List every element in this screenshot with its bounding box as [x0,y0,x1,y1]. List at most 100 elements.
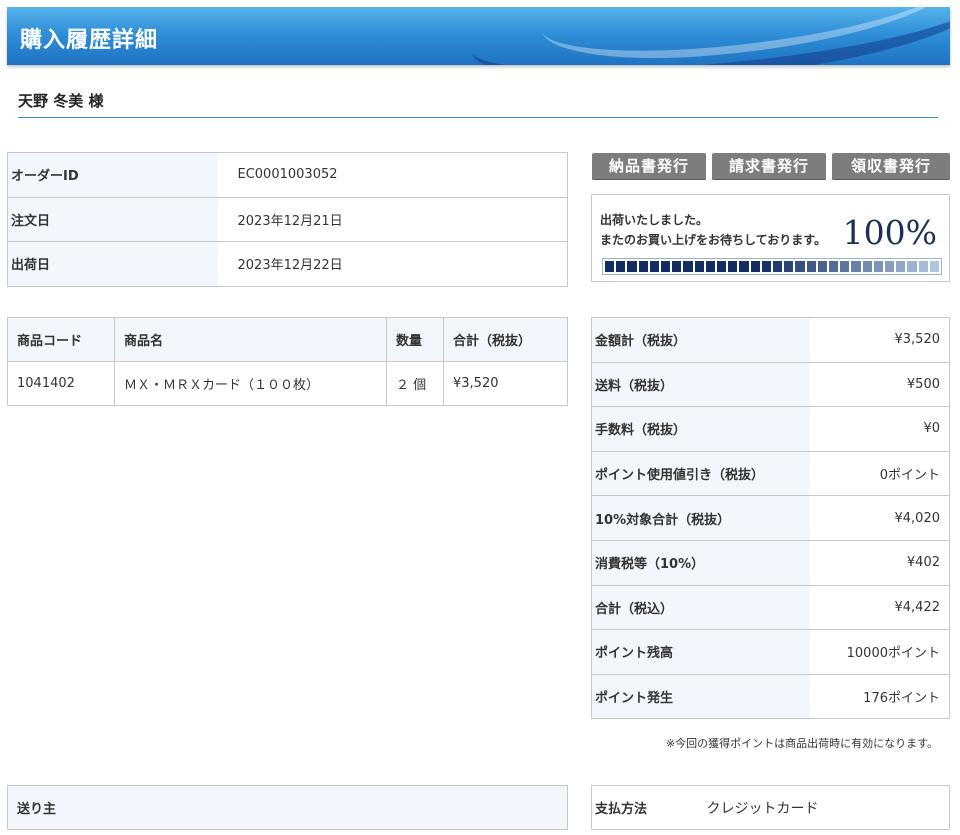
shipping-status-panel: 出荷いたしました。 またのお買い上げをお待ちしております。 100% [591,194,950,282]
progress-segment [907,261,917,272]
taxable-total-label: 10%対象合計（税抜） [591,495,810,541]
points-earned-row: ポイント発生 176ポイント [591,673,950,719]
progress-segment [661,261,671,272]
progress-segment [739,261,749,272]
page-header-banner: 購入履歴詳細 [7,7,950,65]
progress-segment [705,261,716,272]
item-code: 1041402 [7,361,115,406]
order-id-label: オーダーID [7,152,218,198]
handling-fee-row: 手数料（税抜） ¥0 [591,406,950,452]
shipping-fee-row: 送料（税抜） ¥500 [591,361,950,407]
delivery-note-button[interactable]: 納品書発行 [592,153,706,180]
progress-segment [862,261,872,272]
taxable-total-row: 10%対象合計（税抜） ¥4,020 [591,495,950,541]
points-note: ※今回の獲得ポイントは商品出荷時に有効になります。 [665,737,938,750]
ship-date-label: 出荷日 [7,241,218,287]
shipping-fee-value: ¥500 [809,361,950,407]
point-discount-row: ポイント使用値引き（税抜） 0ポイント [591,450,950,496]
col-header-qty: 数量 [386,317,444,362]
shipping-fee-label: 送料（税抜） [591,361,810,407]
consumption-tax-value: ¥402 [809,539,950,586]
receipt-button[interactable]: 領収書発行 [832,153,950,180]
table-row: 1041402 ＭＸ・ＭＲＸカード（１００枚） ２ 個 ¥3,520 [7,361,568,406]
progress-segment [717,261,727,272]
shipping-progress-bar [602,258,942,275]
progress-segment [672,261,682,272]
items-header-row: 商品コード 商品名 数量 合計（税抜） [7,317,568,362]
totals-table: 金額計（税抜） ¥3,520 送料（税抜） ¥500 手数料（税抜） ¥0 ポイ… [591,317,950,720]
ship-date-row: 出荷日 2023年12月22日 [7,241,568,287]
grand-total-value: ¥4,422 [809,584,950,630]
sender-table: 送り主 [7,785,568,830]
points-earned-label: ポイント発生 [591,673,810,719]
progress-segment [728,261,738,272]
progress-segment [817,261,828,272]
progress-segment [829,261,839,272]
order-date-value: 2023年12月21日 [217,196,568,242]
item-name: ＭＸ・ＭＲＸカード（１００枚） [114,361,387,406]
order-id-row: オーダーID EC0001003052 [7,152,568,198]
customer-divider [18,117,938,118]
progress-segment [761,261,772,272]
payment-table: 支払方法 クレジットカード [591,785,950,830]
progress-segment [784,261,794,272]
subtotal-row: 金額計（税抜） ¥3,520 [591,317,950,363]
point-balance-value: 10000ポイント [809,629,950,675]
progress-segment [896,261,906,272]
handling-fee-value: ¥0 [809,406,950,452]
progress-segment [750,261,760,272]
progress-segment [873,261,884,272]
grand-total-row: 合計（税込） ¥4,422 [591,584,950,630]
progress-segment [806,261,816,272]
document-buttons: 納品書発行 請求書発行 領収書発行 [592,153,950,180]
progress-segment [638,261,648,272]
col-header-total: 合計（税抜） [443,317,568,362]
progress-segment [694,261,704,272]
progress-segment [918,261,928,272]
progress-segment [605,261,615,272]
sender-header: 送り主 [7,785,568,830]
consumption-tax-row: 消費税等（10%） ¥402 [591,539,950,586]
progress-segment [627,261,637,272]
page-title: 購入履歴詳細 [20,28,159,53]
taxable-total-value: ¥4,020 [809,495,950,541]
consumption-tax-label: 消費税等（10%） [591,539,810,586]
col-header-name: 商品名 [114,317,387,362]
points-earned-value: 176ポイント [809,673,950,719]
point-discount-label: ポイント使用値引き（税抜） [591,450,810,496]
order-id-value: EC0001003052 [237,167,338,183]
progress-segment [683,261,693,272]
progress-segment [885,261,895,272]
ship-date-value: 2023年12月22日 [217,241,568,287]
progress-segment [773,261,783,272]
point-discount-value: 0ポイント [809,450,950,496]
progress-segment [649,261,660,272]
order-info-table: オーダーID EC0001003052 注文日 2023年12月21日 出荷日 … [7,152,568,287]
subtotal-value: ¥3,520 [894,332,941,348]
order-date-row: 注文日 2023年12月21日 [7,196,568,242]
item-qty: ２ 個 [386,361,444,406]
items-table: 商品コード 商品名 数量 合計（税抜） 1041402 ＭＸ・ＭＲＸカード（１０… [7,317,568,406]
progress-segment [840,261,850,272]
progress-segment [851,261,861,272]
subtotal-label: 金額計（税抜） [591,317,810,363]
grand-total-label: 合計（税込） [591,584,810,630]
sender-header-row: 送り主 [7,785,568,830]
progress-segment [616,261,626,272]
payment-row: 支払方法 クレジットカード [592,786,950,830]
shipping-message: 出荷いたしました。 [600,213,709,227]
thank-you-message: またのお買い上げをお待ちしております。 [600,233,827,247]
item-total: ¥3,520 [443,361,568,406]
progress-segment [795,261,805,272]
handling-fee-label: 手数料（税抜） [591,406,810,452]
payment-method-value: クレジットカード [706,800,819,817]
progress-segment [929,261,940,272]
payment-method-label: 支払方法 [595,802,648,817]
customer-name: 天野 冬美 様 [18,92,104,110]
invoice-button[interactable]: 請求書発行 [712,153,826,180]
shipping-percent: 100% [842,213,937,252]
point-balance-row: ポイント残高 10000ポイント [591,629,950,675]
point-balance-label: ポイント残高 [591,629,810,675]
col-header-code: 商品コード [7,317,115,362]
order-date-label: 注文日 [7,196,218,242]
